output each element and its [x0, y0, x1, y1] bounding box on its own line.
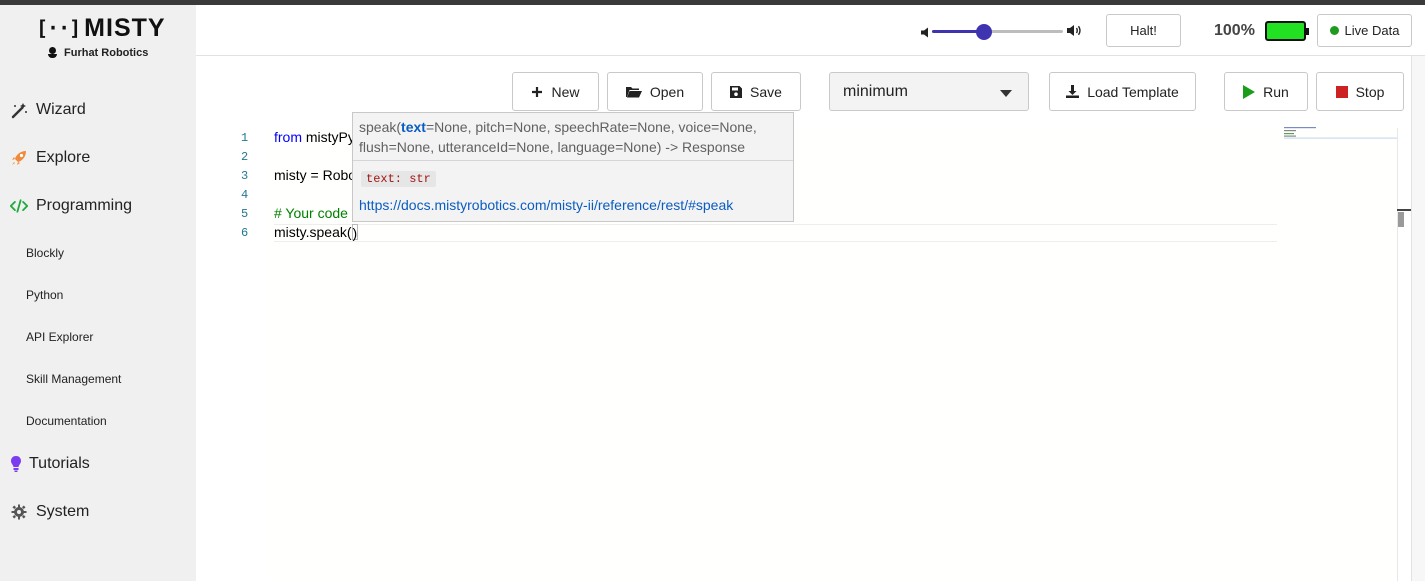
line-number: 3: [241, 169, 249, 183]
tooltip-divider: [353, 160, 793, 161]
stop-label: Stop: [1355, 83, 1385, 100]
code-comment: # Your code: [274, 205, 348, 221]
sidebar-item-system[interactable]: System: [10, 503, 89, 521]
code-line-5[interactable]: # Your code: [274, 205, 348, 221]
volume-low-icon: [921, 25, 930, 43]
code-text: misty.speak(: [274, 224, 352, 240]
sidebar-item-label: Wizard: [36, 101, 86, 118]
sidebar-subitem-documentation[interactable]: Documentation: [26, 414, 107, 428]
new-button[interactable]: New: [512, 72, 599, 111]
open-label: Open: [649, 83, 685, 100]
save-label: Save: [750, 83, 782, 100]
run-button[interactable]: Run: [1224, 72, 1308, 111]
code-text: mistyPy: [302, 129, 355, 145]
parameter-type-tag: text: str: [361, 171, 436, 187]
line-number: 6: [241, 226, 249, 240]
line-number: 4: [241, 188, 249, 202]
current-line-highlight: [274, 224, 1277, 242]
rocket-icon: [10, 149, 28, 167]
function-signature: speak(text=None, pitch=None, speechRate=…: [359, 117, 787, 157]
sidebar-subitem-api-explorer[interactable]: API Explorer: [26, 330, 93, 344]
code-line-3[interactable]: misty = Robo: [274, 167, 356, 183]
halt-button[interactable]: Halt!: [1106, 14, 1181, 47]
battery-percent: 100%: [1214, 22, 1255, 39]
sidebar-item-label: Explore: [36, 149, 91, 166]
live-data-label: Live Data: [1344, 23, 1400, 38]
scrollbar-thumb[interactable]: [1398, 212, 1404, 227]
misty-logo[interactable]: [··] MISTY: [36, 13, 176, 42]
line-number-gutter: [208, 128, 266, 581]
furhat-sublogo: Furhat Robotics: [48, 47, 148, 59]
load-template-label: Load Template: [1087, 83, 1179, 100]
folder-open-icon: [625, 86, 642, 98]
documentation-link[interactable]: https://docs.mistyrobotics.com/misty-ii/…: [359, 197, 733, 213]
play-icon: [1243, 84, 1256, 99]
volume-slider-thumb[interactable]: [976, 24, 992, 40]
code-icon: [10, 197, 28, 215]
new-label: New: [551, 83, 580, 100]
download-icon: [1066, 85, 1080, 98]
stop-square-icon: [1335, 85, 1348, 98]
live-status-dot-icon: [1329, 26, 1339, 35]
sidebar-item-label: System: [36, 503, 90, 520]
plus-icon: [531, 86, 543, 98]
line-number: 1: [241, 131, 249, 145]
template-select-value: minimum: [843, 82, 908, 100]
lightbulb-icon: [10, 455, 22, 473]
open-button[interactable]: Open: [607, 72, 703, 111]
sidebar-subitem-python[interactable]: Python: [26, 288, 63, 302]
code-line-1[interactable]: from mistyPy: [274, 129, 355, 145]
magic-wand-icon: [10, 101, 28, 119]
sidebar-item-label: Programming: [36, 197, 133, 214]
save-button[interactable]: Save: [711, 72, 801, 111]
chevron-down-icon: [1000, 90, 1012, 97]
page-scrollbar[interactable]: [1411, 56, 1425, 581]
line-number: 2: [241, 150, 249, 164]
code-line-6[interactable]: misty.speak(): [274, 224, 359, 241]
line-number: 5: [241, 207, 249, 221]
sidebar-subitem-blockly[interactable]: Blockly: [26, 246, 64, 260]
sidebar-subitem-skill-management[interactable]: Skill Management: [26, 372, 121, 386]
minimap[interactable]: [1284, 127, 1397, 139]
live-data-button[interactable]: Live Data: [1317, 14, 1412, 47]
logo-text: MISTY: [84, 13, 166, 42]
load-template-button[interactable]: Load Template: [1049, 72, 1196, 111]
floppy-disk-icon: [730, 85, 743, 98]
scrollbar-cursor-marker: [1397, 209, 1411, 211]
active-parameter: text: [401, 119, 426, 135]
gear-icon: [10, 503, 28, 521]
signature-prefix: speak(: [359, 119, 402, 135]
battery-icon: [1265, 21, 1309, 41]
sublogo-text: Furhat Robotics: [64, 47, 149, 59]
run-label: Run: [1263, 83, 1289, 100]
volume-high-icon: [1067, 24, 1083, 42]
signature-hover-tooltip: speak(text=None, pitch=None, speechRate=…: [352, 112, 794, 222]
keyword-from: from: [274, 129, 302, 145]
logo-brackets: [··]: [36, 16, 81, 40]
template-select[interactable]: minimum: [829, 72, 1029, 111]
vertical-scrollbar[interactable]: [1397, 128, 1411, 581]
sidebar-item-wizard[interactable]: Wizard: [10, 101, 86, 119]
sidebar-item-label: Tutorials: [29, 455, 90, 472]
volume-slider-track[interactable]: [932, 30, 1063, 33]
stop-button[interactable]: Stop: [1316, 72, 1404, 111]
sidebar-item-explore[interactable]: Explore: [10, 149, 90, 167]
sidebar-item-programming[interactable]: Programming: [10, 197, 132, 215]
sidebar-item-tutorials[interactable]: Tutorials: [10, 455, 90, 473]
matching-bracket: ): [351, 224, 359, 241]
furhat-icon: [48, 47, 57, 59]
